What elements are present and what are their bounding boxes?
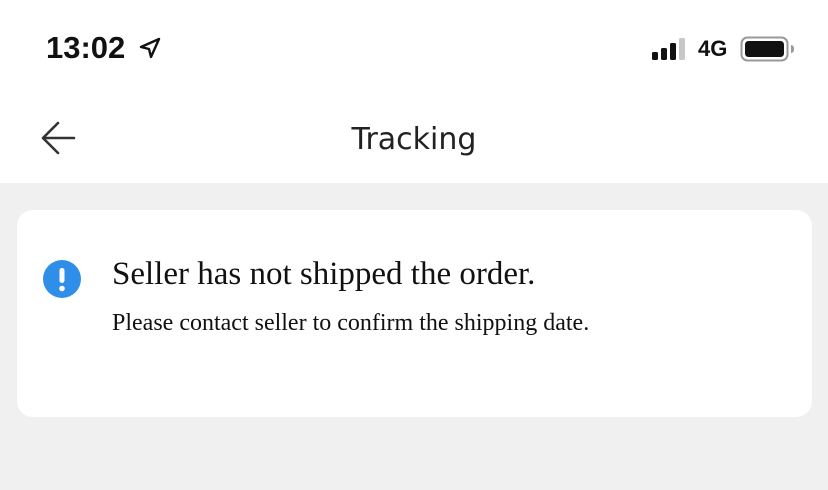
- status-time: 13:02: [46, 30, 126, 65]
- shipping-status-card: Seller has not shipped the order. Please…: [17, 210, 812, 417]
- cellular-signal-icon: [652, 38, 685, 60]
- info-alert-icon: [43, 260, 81, 298]
- notice-title: Seller has not shipped the order.: [112, 256, 536, 292]
- page-title: Tracking: [351, 122, 477, 157]
- location-arrow-icon: [139, 37, 161, 59]
- notice-message: Please contact seller to confirm the shi…: [112, 310, 590, 336]
- network-type: 4G: [698, 36, 728, 61]
- header-area: 13:02 4G Tracking: [0, 0, 828, 183]
- battery-icon: [740, 36, 794, 62]
